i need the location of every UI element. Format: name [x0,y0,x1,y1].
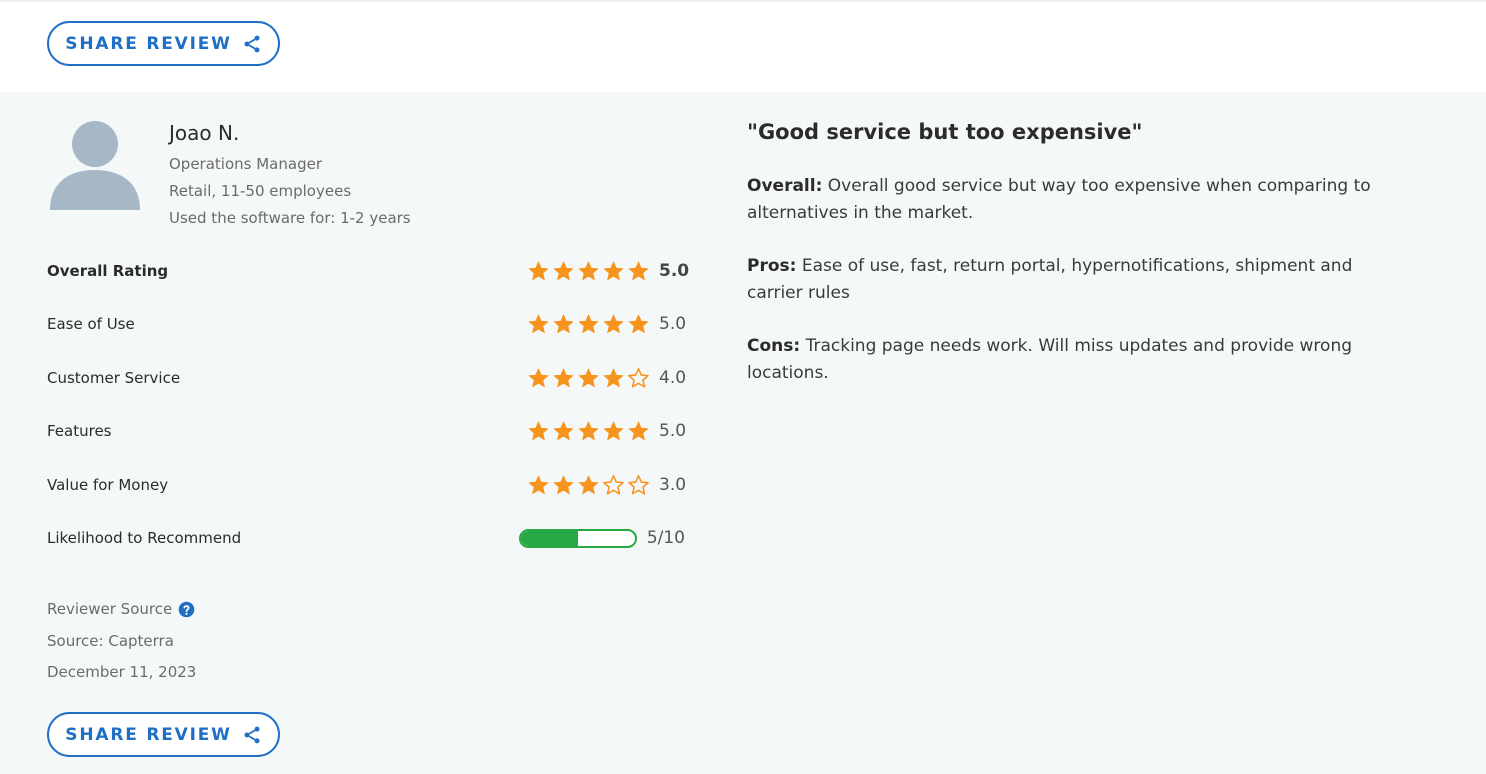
star-filled-icon [603,420,624,440]
star-filled-icon [528,313,549,333]
review-pros-text: Ease of use, fast, return portal, hypern… [747,256,1353,303]
rating-row: Value for Money 3.0 [47,471,687,499]
star-filled-icon [578,260,599,280]
star-filled-icon [528,260,549,280]
reviewer-name: Joao N. [169,121,240,145]
star-filled-icon [528,474,549,494]
star-outline-icon [628,367,649,388]
rating-value: 3.0 [659,475,687,495]
star-filled-icon [528,367,549,387]
star-filled-icon [578,367,599,387]
share-icon [244,35,260,52]
review-pros-label: Pros: [747,256,797,276]
rating-label: Overall Rating [47,262,169,280]
recommend-progress-fill [520,530,578,546]
reviewer-source-name: Source: Capterra [47,632,174,650]
rating-value: 4.0 [659,368,687,388]
rating-label: Ease of Use [47,315,135,333]
star-rating [527,367,650,390]
share-review-button-bottom[interactable]: SHARE REVIEW [47,712,280,757]
rating-value: 5.0 [659,261,690,281]
recommend-value: 5/10 [646,528,685,548]
rating-value: 5.0 [659,314,687,334]
star-filled-icon [553,367,574,387]
star-filled-icon [553,260,574,280]
star-filled-icon [603,260,624,280]
user-avatar-icon [49,119,141,211]
share-icon [244,726,260,743]
rating-row: Ease of Use 5.0 [47,310,687,338]
review-cons: Cons: Tracking page needs work. Will mis… [747,333,1397,387]
star-rating [527,260,650,283]
star-filled-icon [578,474,599,494]
star-filled-icon [628,260,649,280]
reviewer-role: Operations Manager [169,155,322,173]
star-filled-icon [553,474,574,494]
review-cons-label: Cons: [747,336,801,356]
star-filled-icon [553,420,574,440]
review-overall: Overall: Overall good service but way to… [747,173,1397,227]
review-date: December 11, 2023 [47,663,197,681]
recommend-progress-bar [518,528,637,548]
share-review-button-top[interactable]: SHARE REVIEW [47,21,280,66]
star-filled-icon [603,313,624,333]
rating-label: Customer Service [47,369,181,387]
reviewer-source-label: Reviewer Source [47,600,173,618]
review-overall-text: Overall good service but way too expensi… [747,176,1371,223]
review-title: "Good service but too expensive" [747,120,1143,144]
review-pros: Pros: Ease of use, fast, return portal, … [747,253,1397,307]
top-divider [0,0,1486,2]
share-review-label: SHARE REVIEW [65,724,232,745]
rating-row: Customer Service 4.0 [47,364,687,392]
star-filled-icon [603,367,624,387]
star-filled-icon [553,313,574,333]
review-overall-label: Overall: [747,176,823,196]
rating-label: Value for Money [47,476,169,494]
rating-label: Features [47,422,112,440]
reviewer-company: Retail, 11-50 employees [169,182,352,200]
star-outline-icon [603,474,624,495]
star-outline-icon [628,474,649,495]
star-filled-icon [528,420,549,440]
star-filled-icon [628,313,649,333]
reviewer-usage: Used the software for: 1-2 years [169,209,411,227]
share-review-label: SHARE REVIEW [65,33,232,54]
rating-row: Features 5.0 [47,417,687,445]
help-circle-icon[interactable] [178,601,195,618]
star-filled-icon [628,420,649,440]
rating-row: Overall Rating 5.0 [47,257,690,285]
star-rating [527,474,650,497]
reviewer-source-title: Reviewer Source [47,600,195,618]
star-filled-icon [578,313,599,333]
rating-row-recommend: Likelihood to Recommend 5/10 [47,524,685,552]
rating-value: 5.0 [659,421,687,441]
review-cons-text: Tracking page needs work. Will miss upda… [747,336,1353,383]
star-rating [527,420,650,443]
star-filled-icon [578,420,599,440]
recommend-label: Likelihood to Recommend [47,529,242,547]
star-rating [527,313,650,336]
